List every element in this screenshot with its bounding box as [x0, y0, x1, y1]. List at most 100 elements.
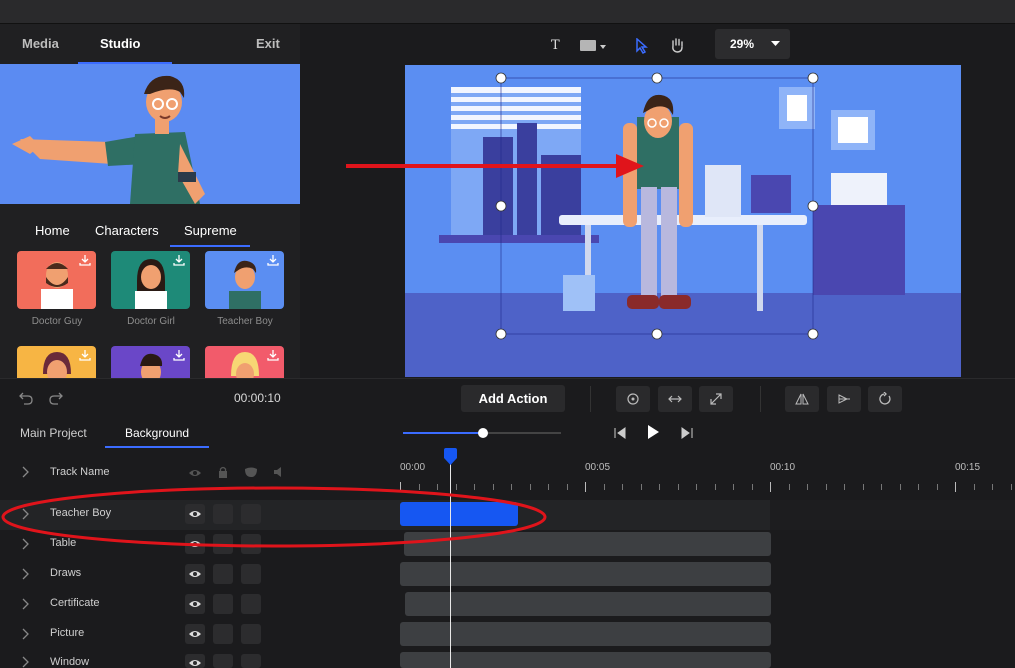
skip-back-icon[interactable] [613, 426, 627, 440]
character-card[interactable] [17, 346, 96, 378]
ruler-tick [881, 484, 882, 490]
text-tool-button[interactable]: T [551, 38, 560, 53]
hand-pan-icon[interactable] [670, 37, 684, 53]
mask-icon[interactable] [244, 467, 258, 478]
character-label: Teacher Boy [217, 316, 273, 327]
eye-icon [189, 601, 201, 607]
character-pointing-illustration [12, 75, 205, 204]
track-clip[interactable] [400, 562, 771, 586]
download-icon[interactable] [78, 253, 92, 267]
divider [760, 386, 761, 412]
visibility-toggle[interactable] [185, 624, 205, 644]
ruler-tick [678, 484, 679, 490]
mirror-icon [795, 393, 809, 405]
track-name: Window [50, 656, 90, 668]
rotate-button[interactable] [868, 386, 902, 412]
chevron-right-icon[interactable] [22, 628, 30, 640]
track-clip[interactable] [400, 622, 771, 646]
eye-icon [189, 571, 201, 577]
character-card[interactable] [205, 346, 284, 378]
character-label: Doctor Guy [31, 316, 83, 327]
ruler-tick [604, 484, 605, 490]
lock-toggle[interactable] [213, 564, 233, 584]
download-icon[interactable] [78, 348, 92, 362]
mirror-button[interactable] [785, 386, 819, 412]
slider-handle[interactable] [478, 428, 488, 438]
flip-horizontal-button[interactable] [658, 386, 692, 412]
character-avatar-icon [140, 353, 163, 378]
character-card-doctor-guy[interactable] [17, 251, 96, 309]
character-card-teacher-boy[interactable] [205, 251, 284, 309]
visibility-toggle[interactable] [185, 654, 205, 668]
visibility-toggle[interactable] [185, 594, 205, 614]
office-scene [405, 65, 961, 377]
ruler-tick [585, 482, 586, 492]
speaker-icon[interactable] [273, 466, 287, 478]
ruler-tick [641, 484, 642, 490]
current-time: 00:00:10 [234, 391, 281, 405]
character-card-doctor-girl[interactable] [111, 251, 190, 309]
mask-toggle[interactable] [241, 624, 261, 644]
select-pointer-icon[interactable] [636, 38, 648, 54]
mask-toggle[interactable] [241, 564, 261, 584]
chevron-right-icon[interactable] [22, 568, 30, 580]
tab-studio[interactable]: Studio [100, 36, 140, 51]
ruler-tick [1011, 484, 1012, 490]
character-card[interactable] [111, 346, 190, 378]
lock-toggle[interactable] [213, 654, 233, 668]
canvas-toolbar: T 29% [300, 24, 1015, 66]
track-clip[interactable] [405, 592, 771, 616]
time-label: 00:05 [585, 462, 611, 473]
play-icon[interactable] [646, 424, 660, 440]
tab-media[interactable]: Media [22, 36, 59, 51]
ruler-tick [937, 484, 938, 490]
add-action-button[interactable]: Add Action [461, 385, 565, 412]
skip-forward-icon[interactable] [680, 426, 694, 440]
category-characters[interactable]: Characters [95, 223, 159, 238]
lock-toggle[interactable] [213, 624, 233, 644]
resize-button[interactable] [699, 386, 733, 412]
eye-icon[interactable] [188, 468, 202, 478]
scene-canvas[interactable] [405, 65, 961, 377]
ruler-tick [974, 484, 975, 490]
category-home[interactable]: Home [35, 223, 70, 238]
chevron-down-icon [771, 41, 780, 46]
shape-tool-button[interactable] [580, 39, 608, 51]
action-bar: 00:00:10 Add Action [0, 378, 1015, 418]
chevron-right-icon[interactable] [22, 656, 30, 668]
track-clip[interactable] [400, 652, 771, 668]
undo-icon[interactable] [19, 391, 33, 405]
category-supreme[interactable]: Supreme [184, 223, 237, 238]
redo-icon[interactable] [49, 391, 63, 405]
playhead-handle[interactable] [443, 448, 458, 466]
download-icon[interactable] [266, 253, 280, 267]
annotation-arrow [346, 154, 644, 178]
download-icon[interactable] [172, 253, 186, 267]
mask-toggle[interactable] [241, 594, 261, 614]
doctor-guy-avatar-icon [41, 262, 73, 309]
video-editor-app: Media Studio Exit Home Characters Suprem… [0, 0, 1015, 668]
ruler-tick [955, 482, 956, 492]
ruler-tick [622, 484, 623, 490]
visibility-toggle[interactable] [185, 564, 205, 584]
target-icon [627, 393, 639, 405]
lock-icon[interactable] [218, 466, 228, 478]
chevron-right-icon[interactable] [22, 466, 30, 478]
ruler-tick [918, 484, 919, 490]
zoom-select[interactable]: 29% [715, 29, 790, 59]
align-button[interactable] [827, 386, 861, 412]
exit-button[interactable]: Exit [256, 36, 280, 51]
tab-background[interactable]: Background [125, 426, 189, 440]
chevron-right-icon[interactable] [22, 598, 30, 610]
horizontal-arrows-icon [668, 395, 682, 403]
track-name: Picture [50, 627, 85, 639]
character-avatar-icon [43, 352, 71, 378]
download-icon[interactable] [266, 348, 280, 362]
tab-main-project[interactable]: Main Project [20, 426, 87, 440]
mask-toggle[interactable] [241, 654, 261, 668]
eye-icon [189, 660, 201, 666]
download-icon[interactable] [172, 348, 186, 362]
category-active-indicator [170, 245, 250, 247]
anchor-button[interactable] [616, 386, 650, 412]
lock-toggle[interactable] [213, 594, 233, 614]
